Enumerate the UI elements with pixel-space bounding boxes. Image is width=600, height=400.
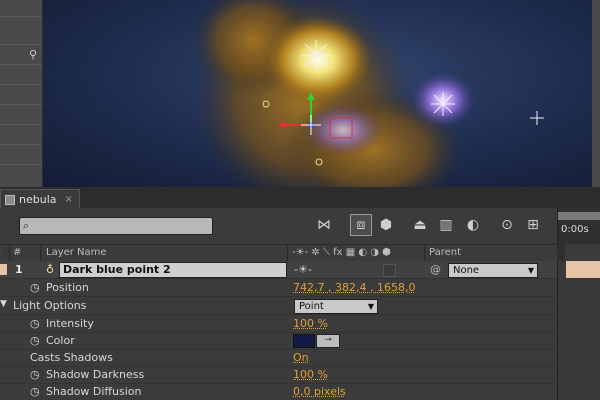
work-area-bar[interactable] [558, 212, 600, 220]
motion-blur-icon[interactable]: ◐ [462, 214, 484, 236]
viewer-scroll-edge [592, 0, 600, 187]
property-label: Shadow Diffusion [46, 385, 142, 398]
brainstorm-icon[interactable]: ⊞ [522, 214, 544, 236]
position-value[interactable]: 742,7 , 382,4 , 1658,0 [293, 281, 415, 294]
property-row-position[interactable]: ◷ Position 742,7 , 382,4 , 1658,0 [0, 279, 557, 297]
layer-name[interactable]: Dark blue point 2 [63, 263, 171, 276]
flowchart-icon[interactable]: ⚲ [26, 48, 40, 62]
layer-duration-bar[interactable] [566, 261, 600, 278]
search-box[interactable]: ⌕ [19, 217, 213, 235]
layer-index: 1 [15, 263, 23, 276]
composition-canvas[interactable] [43, 0, 592, 187]
property-label: Casts Shadows [30, 351, 113, 364]
intensity-value[interactable]: 100 % [293, 317, 328, 330]
column-switches[interactable]: -☀- ✲ ⟍ fx ▦ ◐ ◑ ⬢ [292, 247, 391, 258]
property-label: Color [46, 334, 75, 347]
column-parent[interactable]: Parent [429, 247, 461, 258]
property-label: Shadow Darkness [46, 368, 145, 381]
shy-switch-icon[interactable]: -☀- [294, 263, 312, 276]
graph-editor-icon[interactable]: ⊙ [496, 214, 518, 236]
property-label: Intensity [46, 317, 94, 330]
track-header-gap [557, 244, 565, 261]
time-ruler[interactable]: 0:00s [557, 208, 600, 244]
parent-value: None [453, 265, 480, 276]
solo-header-icon: ⁝ [0, 247, 1, 258]
stopwatch-icon[interactable]: ◷ [30, 368, 40, 381]
property-row-casts-shadows[interactable]: Casts Shadows On [0, 349, 557, 367]
chevron-down-icon: ▼ [527, 266, 534, 275]
search-input[interactable] [36, 218, 206, 232]
property-row-color[interactable]: ◷ Color ⊸ [0, 332, 557, 350]
parent-dropdown[interactable]: None ▼ [448, 263, 538, 278]
chevron-down-icon[interactable]: ▼ [0, 299, 7, 309]
3d-layer-switch[interactable] [383, 264, 396, 277]
stopwatch-icon[interactable]: ◷ [30, 385, 40, 398]
stopwatch-icon[interactable]: ◷ [30, 281, 40, 294]
color-swatch[interactable] [293, 334, 315, 348]
time-ruler-label: 0:00s [561, 224, 589, 235]
layer-track-area[interactable] [557, 261, 600, 400]
hide-shy-layers-icon[interactable]: ⏏ [409, 214, 431, 236]
group-label: Light Options [13, 299, 87, 312]
close-icon[interactable]: × [65, 194, 73, 205]
light-type-dropdown[interactable]: Point ▼ [294, 299, 378, 314]
nebula-render [193, 0, 544, 187]
property-label: Position [46, 281, 89, 294]
property-row-shadow-diffusion[interactable]: ◷ Shadow Diffusion 0,0 pixels [0, 383, 557, 400]
composition-icon [5, 194, 15, 205]
layer-row[interactable]: 1 ♁ Dark blue point 2 -☀- @ None ▼ [0, 261, 557, 279]
casts-shadows-value[interactable]: On [293, 351, 309, 364]
shadow-darkness-value[interactable]: 100 % [293, 368, 328, 381]
eyedropper-icon[interactable]: ⊸ [316, 334, 340, 348]
chevron-down-icon: ▼ [367, 302, 374, 311]
stopwatch-icon[interactable]: ◷ [30, 317, 40, 330]
draft-3d-icon[interactable]: ⬢ [375, 214, 397, 236]
timeline-tab-bar: nebula × [0, 187, 600, 209]
live-update-icon[interactable]: ⧈ [350, 214, 372, 236]
search-icon: ⌕ [23, 219, 30, 232]
stopwatch-icon[interactable]: ◷ [30, 334, 40, 347]
project-panel-edge [0, 0, 43, 187]
column-number[interactable]: # [13, 247, 21, 258]
label-color-swatch[interactable] [0, 264, 7, 275]
composition-viewer[interactable]: ⚲ [0, 0, 600, 187]
property-group-light-options[interactable]: ▼ Light Options Point ▼ [0, 297, 557, 315]
pick-whip-icon[interactable]: @ [430, 263, 441, 276]
tab-label: nebula [19, 193, 57, 206]
property-row-intensity[interactable]: ◷ Intensity 100 % [0, 315, 557, 333]
frame-blending-icon[interactable]: ▥ [435, 214, 457, 236]
column-layer-name[interactable]: Layer Name [46, 247, 107, 258]
light-type-value: Point [299, 301, 324, 312]
tab-nebula[interactable]: nebula × [0, 189, 80, 209]
composition-mini-flowchart-icon[interactable]: ⋈ [313, 214, 335, 236]
light-layer-icon: ♁ [46, 263, 55, 276]
property-row-shadow-darkness[interactable]: ◷ Shadow Darkness 100 % [0, 366, 557, 384]
shadow-diffusion-value[interactable]: 0,0 pixels [293, 385, 346, 398]
